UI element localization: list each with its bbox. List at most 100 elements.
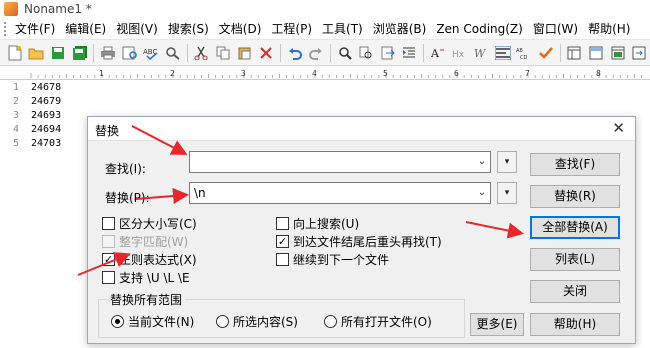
help-button[interactable]: 帮助(H) [530,313,620,336]
delete-icon[interactable] [257,44,275,62]
find-options-button[interactable]: ▾ [497,151,517,173]
checkbox-box[interactable] [276,253,289,266]
toolbar: ABC A Hx W AB CD [0,40,650,66]
ruler-label: 8 [596,69,601,78]
panel-bottom-icon[interactable] [587,44,605,62]
next-file-checkbox[interactable]: 继续到下一个文件 [276,251,389,268]
paste-icon[interactable] [236,44,254,62]
scope-current-radio[interactable]: 当前文件(N) [111,313,194,330]
chevron-down-icon[interactable]: ⌄ [477,188,487,198]
save-icon[interactable] [49,44,67,62]
find-icon[interactable] [336,44,354,62]
scope-selection-radio[interactable]: 所选内容(S) [216,313,298,330]
case-checkbox[interactable]: 区分大小写(C) [102,215,197,232]
web-w-icon[interactable]: W [472,44,490,62]
radio-icon[interactable] [324,315,337,328]
find-button[interactable]: 查找(F) [530,153,620,176]
panel-left-icon[interactable] [566,44,584,62]
regex-label: 正则表达式(X) [119,253,197,267]
chevron-down-icon[interactable]: ⌄ [477,157,487,167]
line-text[interactable]: 24694 [31,124,61,135]
replace-all-button[interactable]: 全部替换(A) [530,216,620,239]
line-text[interactable]: 24678 [31,82,61,93]
replace-icon[interactable] [358,44,376,62]
menu-document[interactable]: 文档(D) [214,19,267,39]
panel-right-icon[interactable] [609,44,627,62]
checkbox-box[interactable] [102,271,115,284]
ruler-label: 1 [99,69,104,78]
indent-icon[interactable] [401,44,419,62]
sync-icon[interactable] [630,44,648,62]
word-wrap-icon[interactable] [494,44,512,62]
dialog-title: 替换 [95,124,120,138]
print-preview-icon[interactable] [121,44,139,62]
menu-project[interactable]: 工程(P) [266,19,317,39]
window-title: Noname1 * [24,2,92,16]
checkmark-icon[interactable]: ✓ [102,253,115,266]
checkmark-icon[interactable] [537,44,555,62]
editor-line: 1 24678 [0,82,650,95]
ruler-label: 2 [170,69,175,78]
svg-text:W: W [474,47,487,60]
ule-checkbox[interactable]: 支持 \U \L \E [102,269,190,286]
close-icon[interactable]: ✕ [612,119,625,137]
svg-text:AB: AB [516,48,523,54]
goto-icon[interactable] [379,44,397,62]
checkbox-box[interactable] [276,217,289,230]
cut-icon[interactable] [193,44,211,62]
dropdown-arrow-icon: ▾ [504,157,510,167]
replace-options-button[interactable]: ▾ [497,182,517,204]
save-all-icon[interactable] [71,44,89,62]
scope-all-open-label: 所有打开文件(O) [341,315,432,329]
toolbar-separator [279,43,281,62]
next-file-label: 继续到下一个文件 [293,253,390,267]
replace-input[interactable]: \n ⌄ [189,182,491,204]
scope-selection-label: 所选内容(S) [233,315,298,329]
close-button[interactable]: 关闭 [530,280,620,303]
font-icon[interactable]: A [429,44,447,62]
abcd-icon[interactable]: AB CD [516,44,534,62]
copy-icon[interactable] [214,44,232,62]
line-text[interactable]: 24679 [31,96,61,107]
find-input[interactable]: ⌄ [189,151,491,173]
spellcheck-icon[interactable]: ABC [142,44,160,62]
menu-view[interactable]: 视图(V) [111,19,163,39]
line-text[interactable]: 24703 [31,138,61,149]
menu-file[interactable]: 文件(F) [10,19,60,39]
dialog-title-bar: 替换 ✕ [88,117,635,141]
more-button[interactable]: 更多(E) [470,313,524,336]
checkmark-icon[interactable]: ✓ [276,235,289,248]
checkbox-box[interactable] [102,217,115,230]
menu-tools[interactable]: 工具(T) [317,19,368,39]
redo-icon[interactable] [307,44,325,62]
menu-edit[interactable]: 编辑(E) [60,19,111,39]
toolbar-separator [423,43,425,62]
hx-heading-icon[interactable]: Hx [451,44,469,62]
menu-help[interactable]: 帮助(H) [583,19,635,39]
regex-checkbox[interactable]: ✓ 正则表达式(X) [102,251,197,268]
ruler-label: 4 [312,69,317,78]
svg-text:Hx: Hx [452,50,465,60]
checkbox-box [102,235,115,248]
menu-search[interactable]: 搜索(S) [163,19,214,39]
list-button[interactable]: 列表(L) [530,248,620,271]
menu-browser[interactable]: 浏览器(B) [368,19,432,39]
radio-icon[interactable] [216,315,229,328]
replace-dialog: 替换 ✕ 查找(I): ⌄ ▾ 替换(P): \n ⌄ ▾ 区分大小写(C) 整… [87,116,636,344]
radio-selected-icon[interactable] [111,315,124,328]
wrap-checkbox[interactable]: ✓ 到达文件结尾后重头再找(T) [276,233,442,250]
replace-button[interactable]: 替换(R) [530,185,620,208]
menu-zen-coding[interactable]: Zen Coding(Z) [431,19,528,39]
find-label: 查找(I): [105,162,146,176]
print-icon[interactable] [99,44,117,62]
new-file-icon[interactable] [6,44,24,62]
find-in-files-icon[interactable] [164,44,182,62]
line-number: 2 [13,96,20,107]
line-number: 4 [13,124,20,135]
search-up-checkbox[interactable]: 向上搜索(U) [276,215,359,232]
open-folder-icon[interactable] [28,44,46,62]
scope-all-open-radio[interactable]: 所有打开文件(O) [324,313,432,330]
undo-icon[interactable] [286,44,304,62]
line-text[interactable]: 24693 [31,110,61,121]
menu-window[interactable]: 窗口(W) [528,19,583,39]
